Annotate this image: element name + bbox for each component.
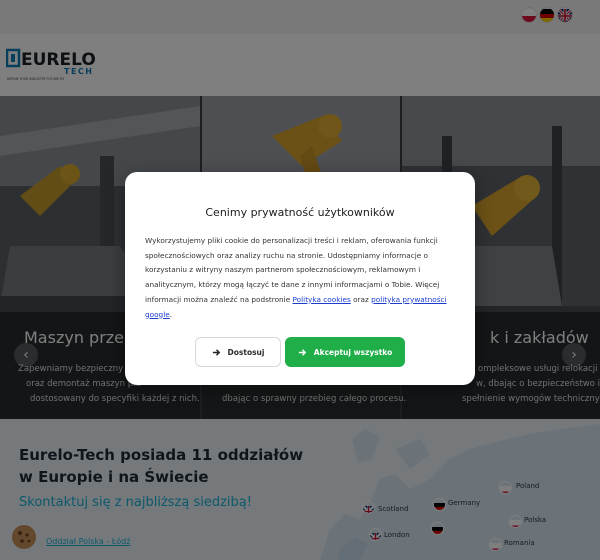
arrow-right-icon — [212, 348, 220, 356]
cookie-dialog-text: Wykorzystujemy pliki cookie do personali… — [145, 234, 455, 322]
customize-button[interactable]: Dostosuj — [195, 337, 281, 367]
accept-all-button-label: Akceptuj wszystko — [313, 347, 393, 357]
cookie-dialog-body: Wykorzystujemy pliki cookie do personali… — [145, 236, 440, 304]
cookie-policy-link[interactable]: Polityka cookies — [293, 295, 351, 304]
cookie-consent-dialog: Cenimy prywatność użytkowników Wykorzyst… — [125, 172, 475, 385]
cookie-dialog-end: . — [169, 309, 173, 319]
arrow-right-icon — [298, 348, 306, 356]
customize-button-label: Dostosuj — [227, 347, 265, 357]
cookie-dialog-title: Cenimy prywatność użytkowników — [205, 206, 395, 219]
accept-all-button[interactable]: Akceptuj wszystko — [285, 337, 405, 367]
cookie-dialog-and: oraz — [350, 294, 372, 304]
